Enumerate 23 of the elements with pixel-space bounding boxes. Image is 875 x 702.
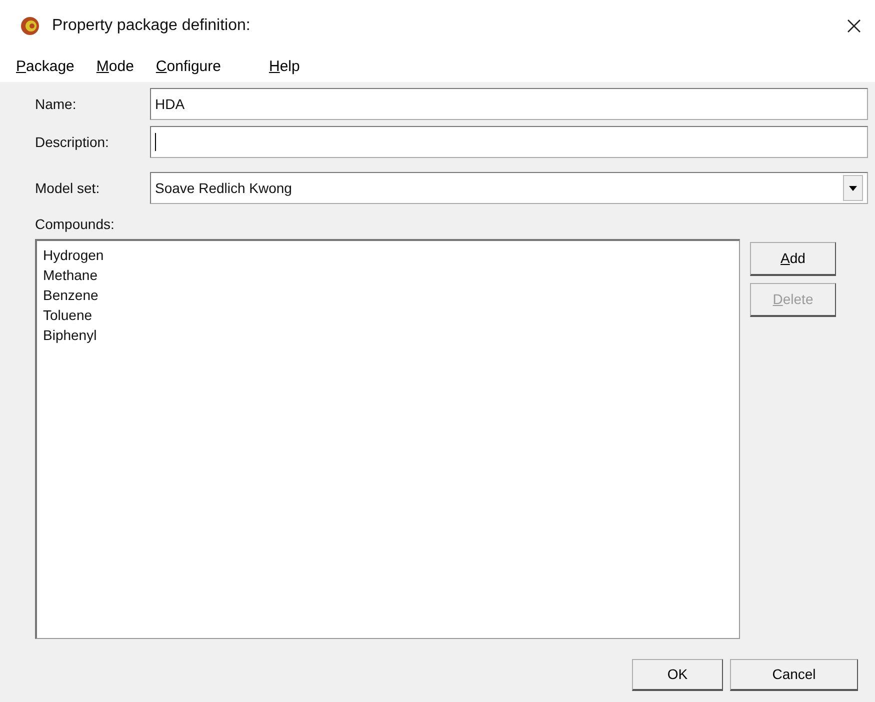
field-label: Description: xyxy=(35,132,110,152)
compound-list[interactable]: Hydrogen Methane Benzene Toluene Biphenyl xyxy=(35,239,740,639)
menu-item[interactable]: Package xyxy=(12,56,78,78)
close-icon[interactable] xyxy=(847,19,861,33)
ok-button[interactable]: OK xyxy=(632,659,723,691)
list-item[interactable]: Methane xyxy=(43,265,733,285)
list-item[interactable]: Benzene xyxy=(43,285,733,305)
add-button[interactable]: Add xyxy=(750,242,836,276)
window-title: Property package definition: xyxy=(52,16,250,36)
input-field[interactable]: HDA xyxy=(150,88,868,120)
field-label: Model set: xyxy=(35,178,101,198)
model-set-dropdown[interactable]: Soave Redlich Kwong xyxy=(150,172,868,204)
menu-item[interactable]: Mode xyxy=(92,56,138,78)
menu-item[interactable]: Configure xyxy=(152,56,225,78)
cancel-button[interactable]: Cancel xyxy=(730,659,858,691)
app-logo-icon xyxy=(20,16,40,36)
menu-item[interactable]: Help xyxy=(264,56,304,78)
list-label: Compounds: xyxy=(35,215,116,234)
input-field[interactable] xyxy=(150,126,868,158)
field-label: Name: xyxy=(35,94,78,114)
list-item[interactable]: Biphenyl xyxy=(43,325,733,345)
list-item[interactable]: Toluene xyxy=(43,305,733,325)
list-item[interactable]: Hydrogen xyxy=(43,245,733,265)
